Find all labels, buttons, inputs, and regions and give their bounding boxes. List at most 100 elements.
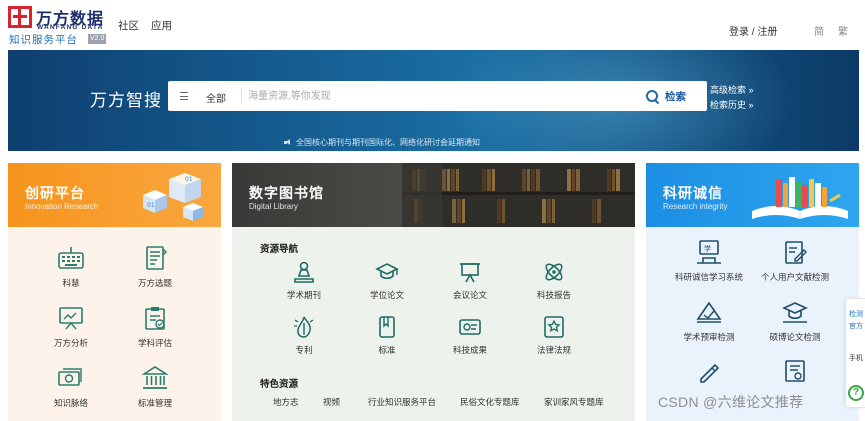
search-box: 全部 检索 xyxy=(168,81,707,111)
floating-service-widget[interactable]: 检测 官方 手机 ? xyxy=(845,298,865,408)
resource-label: 学术期刊 xyxy=(286,290,321,300)
tile-label: 万方分析 xyxy=(53,338,88,348)
resource-item-7[interactable]: 法律法规 xyxy=(514,315,594,356)
innovation-tile-2[interactable]: 万方分析 xyxy=(26,305,116,349)
study-board-icon: 学 xyxy=(697,240,721,264)
widget-text-3: 手机 xyxy=(849,355,863,362)
page: 万方数据 WANFANG DATA 知识服务平台 V2.0 社区 应用 登录 /… xyxy=(0,0,865,421)
resource-item-4[interactable]: 专利 xyxy=(264,315,344,356)
logo[interactable]: 万方数据 WANFANG DATA 知识服务平台 V2.0 xyxy=(8,5,110,46)
notice-text: 全国核心期刊与期刊国际化、网络化研讨会延期通知 xyxy=(296,138,480,147)
integrity-tile-4[interactable] xyxy=(664,359,754,391)
featured-link-3[interactable]: 民俗文化专题库 xyxy=(460,396,520,408)
integrity-tile-1[interactable]: 个人用户文献检测 xyxy=(750,239,840,283)
notice-bar[interactable]: 全国核心期刊与期刊国际化、网络化研讨会延期通知 xyxy=(284,137,480,148)
journal-stamp-icon xyxy=(294,261,314,283)
nav-apps[interactable]: 应用 xyxy=(151,18,172,33)
search-history-link[interactable]: 检索历史 » xyxy=(710,98,754,111)
edit-document-icon xyxy=(785,241,807,264)
integrity-title: 科研诚信 xyxy=(663,185,723,201)
search-button-label: 检索 xyxy=(665,90,686,103)
easel-icon xyxy=(460,263,480,283)
svg-text:01: 01 xyxy=(147,202,155,209)
pen-writing-icon xyxy=(700,363,720,383)
resource-item-2[interactable]: 会议论文 xyxy=(430,260,510,301)
integrity-tile-3[interactable]: 硕博论文检测 xyxy=(750,299,840,343)
search-icon xyxy=(646,89,659,103)
innovation-tile-5[interactable]: 标准管理 xyxy=(110,365,200,409)
resource-nav-title: 资源导航 xyxy=(260,244,299,255)
login-register-link[interactable]: 登录 / 注册 xyxy=(729,23,777,38)
tile-label: 标准管理 xyxy=(137,398,172,408)
integrity-tile-2[interactable]: 学术预审检测 xyxy=(664,299,754,343)
search-banner: 万方智搜 全部 检索 高级检索 » 检索历史 » 全国核心期刊与期刊国际化、网络… xyxy=(8,50,859,151)
tile-label: 知识脉络 xyxy=(53,398,88,408)
innovation-header[interactable]: 创研平台 Innovation Research 01 01 xyxy=(8,163,221,227)
graduation-cap-icon xyxy=(375,263,399,280)
wanfang-logo-icon xyxy=(8,6,32,28)
resource-label: 法律法规 xyxy=(536,345,571,355)
search-divider xyxy=(241,88,242,104)
brand-en: WANFANG DATA xyxy=(37,24,104,31)
integrity-tile-0[interactable]: 学 科研诚信学习系统 xyxy=(664,239,754,283)
integrity-header[interactable]: 科研诚信 Research integrity xyxy=(646,163,859,227)
presentation-board-icon xyxy=(59,307,83,330)
data-cubes-icon: 01 01 xyxy=(143,173,203,221)
tile-label: 硕博论文检测 xyxy=(769,332,821,342)
patent-lightbulb-icon xyxy=(294,316,314,338)
featured-link-0[interactable]: 地方志 xyxy=(273,396,299,408)
law-star-icon xyxy=(544,316,564,338)
innovation-tile-4[interactable]: 知识脉络 xyxy=(26,365,116,409)
standard-book-icon xyxy=(379,316,395,338)
advanced-search-link[interactable]: 高级检索 » xyxy=(710,83,754,96)
resource-item-1[interactable]: 学位论文 xyxy=(347,260,427,301)
keyboard-icon xyxy=(58,247,84,269)
speaker-icon xyxy=(284,139,292,146)
watermark: CSDN @六维论文推荐 xyxy=(658,394,804,410)
open-book-check-icon xyxy=(696,301,722,323)
library-title: 数字图书馆 xyxy=(249,185,324,201)
search-input[interactable] xyxy=(248,86,628,106)
svg-text:01: 01 xyxy=(185,176,193,183)
widget-text-2: 官方 xyxy=(849,323,863,330)
resource-item-5[interactable]: 标准 xyxy=(347,315,427,356)
library-subtitle: Digital Library xyxy=(249,202,298,211)
resource-label: 标准 xyxy=(378,345,396,355)
tile-label: 学科评估 xyxy=(137,338,172,348)
clipboard-check-icon xyxy=(145,307,165,330)
bookshelf-icon xyxy=(402,163,635,227)
brand-subtitle: 知识服务平台 xyxy=(9,34,78,46)
resource-label: 专利 xyxy=(295,345,313,355)
featured-title: 特色资源 xyxy=(260,379,299,390)
featured-link-4[interactable]: 家训家风专题库 xyxy=(544,396,604,408)
innovation-title: 创研平台 xyxy=(25,185,85,201)
version-badge: V2.0 xyxy=(88,34,107,44)
resource-item-6[interactable]: 科技成果 xyxy=(430,315,510,356)
resource-item-3[interactable]: 科技报告 xyxy=(514,260,594,301)
library-header[interactable]: 数字图书馆 Digital Library xyxy=(232,163,635,227)
integrity-tile-5[interactable] xyxy=(750,359,840,391)
lang-simplified[interactable]: 简 xyxy=(814,23,824,38)
innovation-subtitle: Innovation Research xyxy=(25,202,99,211)
featured-link-2[interactable]: 行业知识服务平台 xyxy=(368,396,436,408)
resource-label: 会议论文 xyxy=(452,290,487,300)
tile-label: 科研诚信学习系统 xyxy=(674,272,743,282)
institution-building-icon xyxy=(141,366,169,389)
svg-text:学: 学 xyxy=(704,244,711,253)
lang-traditional[interactable]: 繁 xyxy=(838,23,848,38)
help-icon[interactable]: ? xyxy=(848,385,864,401)
innovation-panel: 创研平台 Innovation Research 01 01 科慧 万方选题 万… xyxy=(8,163,221,421)
resource-label: 学位论文 xyxy=(369,290,404,300)
tile-label: 科慧 xyxy=(62,278,80,288)
nav-community[interactable]: 社区 xyxy=(118,18,139,33)
search-button[interactable]: 检索 xyxy=(646,81,704,111)
resource-item-0[interactable]: 学术期刊 xyxy=(264,260,344,301)
menu-icon[interactable] xyxy=(180,92,188,100)
innovation-tile-0[interactable]: 科慧 xyxy=(26,245,116,289)
innovation-tile-3[interactable]: 学科评估 xyxy=(110,305,200,349)
open-book-illustration-icon xyxy=(752,177,848,219)
featured-link-1[interactable]: 视频 xyxy=(323,396,340,408)
innovation-tile-1[interactable]: 万方选题 xyxy=(110,245,200,289)
resource-label: 科技报告 xyxy=(536,290,571,300)
search-scope-select[interactable]: 全部 xyxy=(206,90,226,105)
